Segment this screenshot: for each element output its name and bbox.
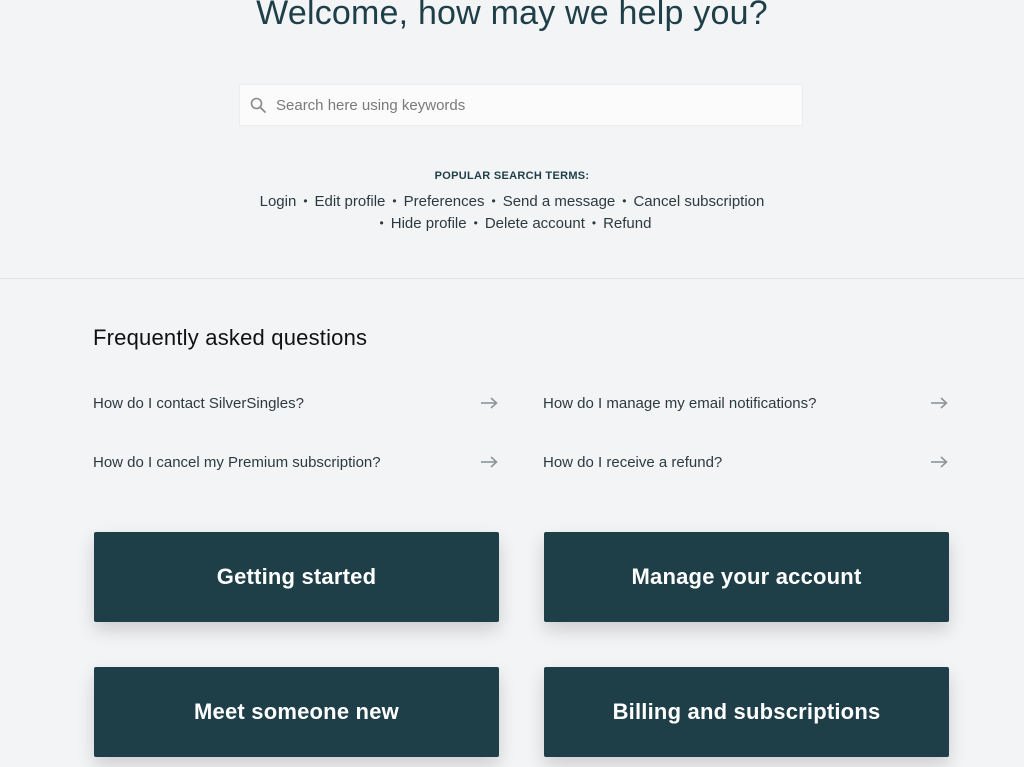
- category-card-getting-started[interactable]: Getting started: [94, 532, 499, 622]
- faq-question: How do I manage my email notifications?: [543, 394, 817, 412]
- search-box[interactable]: [239, 84, 803, 126]
- popular-term-edit-profile[interactable]: Edit profile: [315, 193, 386, 210]
- popular-search-heading: POPULAR SEARCH TERMS:: [434, 170, 590, 182]
- arrow-right-icon: [930, 455, 948, 469]
- faq-question: How do I contact SilverSingles?: [93, 394, 304, 412]
- category-card-label: Manage your account: [631, 564, 862, 589]
- popular-term-send-message[interactable]: Send a message: [503, 193, 616, 210]
- term-separator: •: [591, 216, 597, 230]
- category-card-manage-account[interactable]: Manage your account: [544, 532, 949, 622]
- arrow-right-icon: [480, 455, 498, 469]
- search-icon: [249, 96, 267, 114]
- popular-term-login[interactable]: Login: [260, 193, 297, 210]
- faq-item-cancel-premium[interactable]: How do I cancel my Premium subscription?: [93, 450, 498, 474]
- arrow-right-icon: [480, 396, 498, 410]
- popular-term-cancel-subscription[interactable]: Cancel subscription: [633, 193, 764, 210]
- popular-terms-line-1: Login • Edit profile • Preferences • Send a me…: [0, 193, 1024, 210]
- faq-item-email-notifications[interactable]: How do I manage my email notifications?: [543, 391, 948, 415]
- faq-item-contact[interactable]: How do I contact SilverSingles?: [93, 391, 498, 415]
- category-card-label: Getting started: [216, 564, 377, 589]
- faq-question: How do I receive a refund?: [543, 453, 723, 471]
- popular-terms-line-2: • Hide profile • Delete account • Refund: [0, 215, 1024, 232]
- category-card-meet-someone[interactable]: Meet someone new: [94, 667, 499, 757]
- faq-item-refund[interactable]: How do I receive a refund?: [543, 450, 948, 474]
- term-separator: •: [303, 194, 308, 208]
- term-separator: •: [473, 216, 478, 230]
- category-card-label: Billing and subscriptions: [612, 699, 881, 724]
- popular-term-preferences[interactable]: Preferences: [404, 193, 485, 210]
- popular-term-refund[interactable]: Refund: [603, 215, 651, 232]
- page-title: Welcome, how may we help you?: [256, 0, 768, 32]
- term-separator: •: [392, 194, 397, 208]
- popular-term-delete-account[interactable]: Delete account: [485, 215, 585, 232]
- term-separator: •: [491, 194, 496, 208]
- category-card-billing[interactable]: Billing and subscriptions: [544, 667, 949, 757]
- popular-term-hide-profile[interactable]: Hide profile: [391, 215, 467, 232]
- faq-title: Frequently asked questions: [93, 325, 368, 350]
- term-separator: •: [379, 216, 384, 230]
- category-card-label: Meet someone new: [194, 699, 399, 724]
- arrow-right-icon: [930, 396, 948, 410]
- hero-section: Welcome, how may we help you? POPULAR SE…: [0, 0, 1024, 279]
- term-separator: •: [622, 194, 627, 208]
- faq-question: How do I cancel my Premium subscription?: [93, 453, 381, 471]
- search-input[interactable]: [276, 85, 802, 125]
